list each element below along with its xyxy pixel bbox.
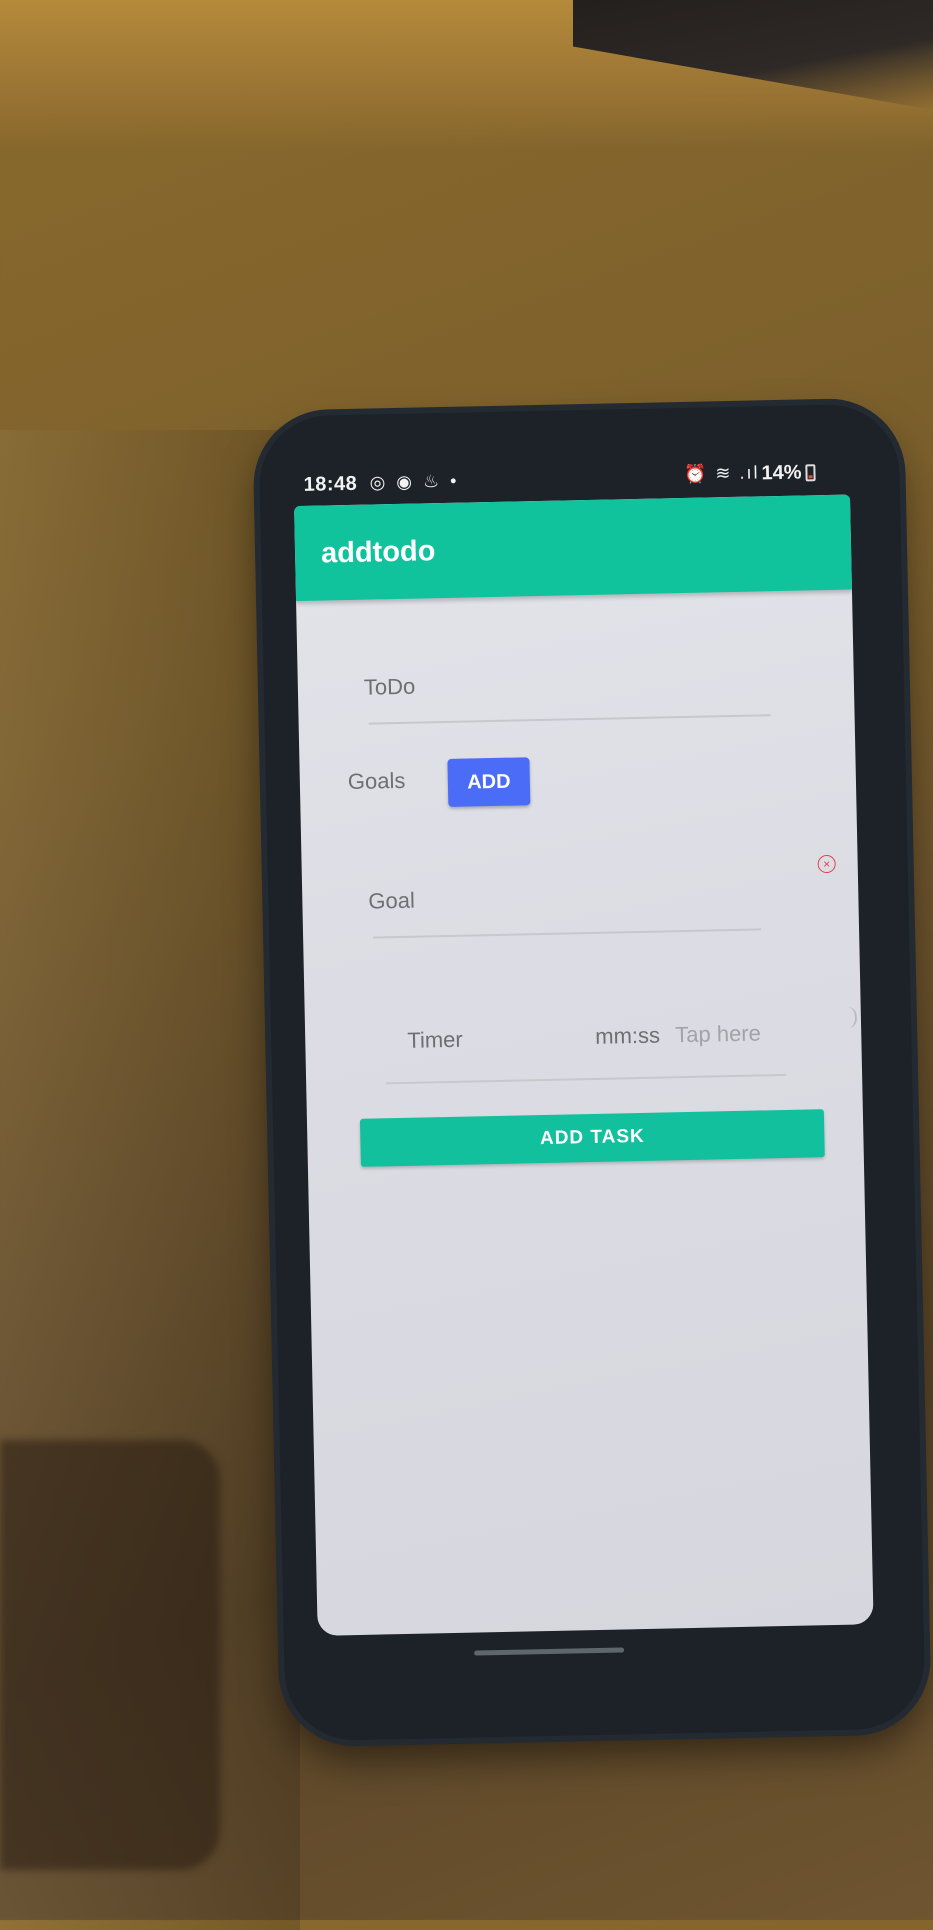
add-goal-button[interactable]: ADD <box>447 757 531 807</box>
goal-input-underline <box>373 928 762 939</box>
battery-icon <box>805 464 816 482</box>
goal-input[interactable]: Goal <box>368 888 415 915</box>
goals-label: Goals <box>347 767 406 795</box>
phone-device: 18:48 ◎ ◉ ♨ • ⏰ ≋ .ıl 14% addtodo ToDo G… <box>258 403 926 1742</box>
home-indicator[interactable] <box>474 1647 625 1656</box>
add-task-button[interactable]: ADD TASK <box>359 1109 825 1167</box>
notification-icons: ◎ ◉ ♨ • <box>369 470 460 493</box>
app-bar: addtodo <box>294 494 852 602</box>
status-time: 18:48 <box>303 472 358 496</box>
app-screen: addtodo ToDo Goals ADD Goal × Timer mm:s… <box>294 494 874 1636</box>
remove-goal-icon[interactable]: × <box>817 854 836 874</box>
timer-label: Timer <box>407 1026 463 1053</box>
timer-input-underline <box>386 1073 787 1085</box>
todo-input[interactable]: ToDo <box>364 674 416 701</box>
timer-format-label: mm:ss <box>594 1022 661 1049</box>
screen-edge-reflection <box>846 1006 858 1029</box>
battery-percentage: 14% <box>761 461 802 485</box>
timer-input[interactable]: Tap here <box>675 1020 761 1048</box>
hand-shadow <box>0 1440 220 1870</box>
app-title: addtodo <box>320 535 436 570</box>
signal-icons: ⏰ ≋ .ıl <box>683 462 760 484</box>
todo-input-underline <box>368 714 771 725</box>
